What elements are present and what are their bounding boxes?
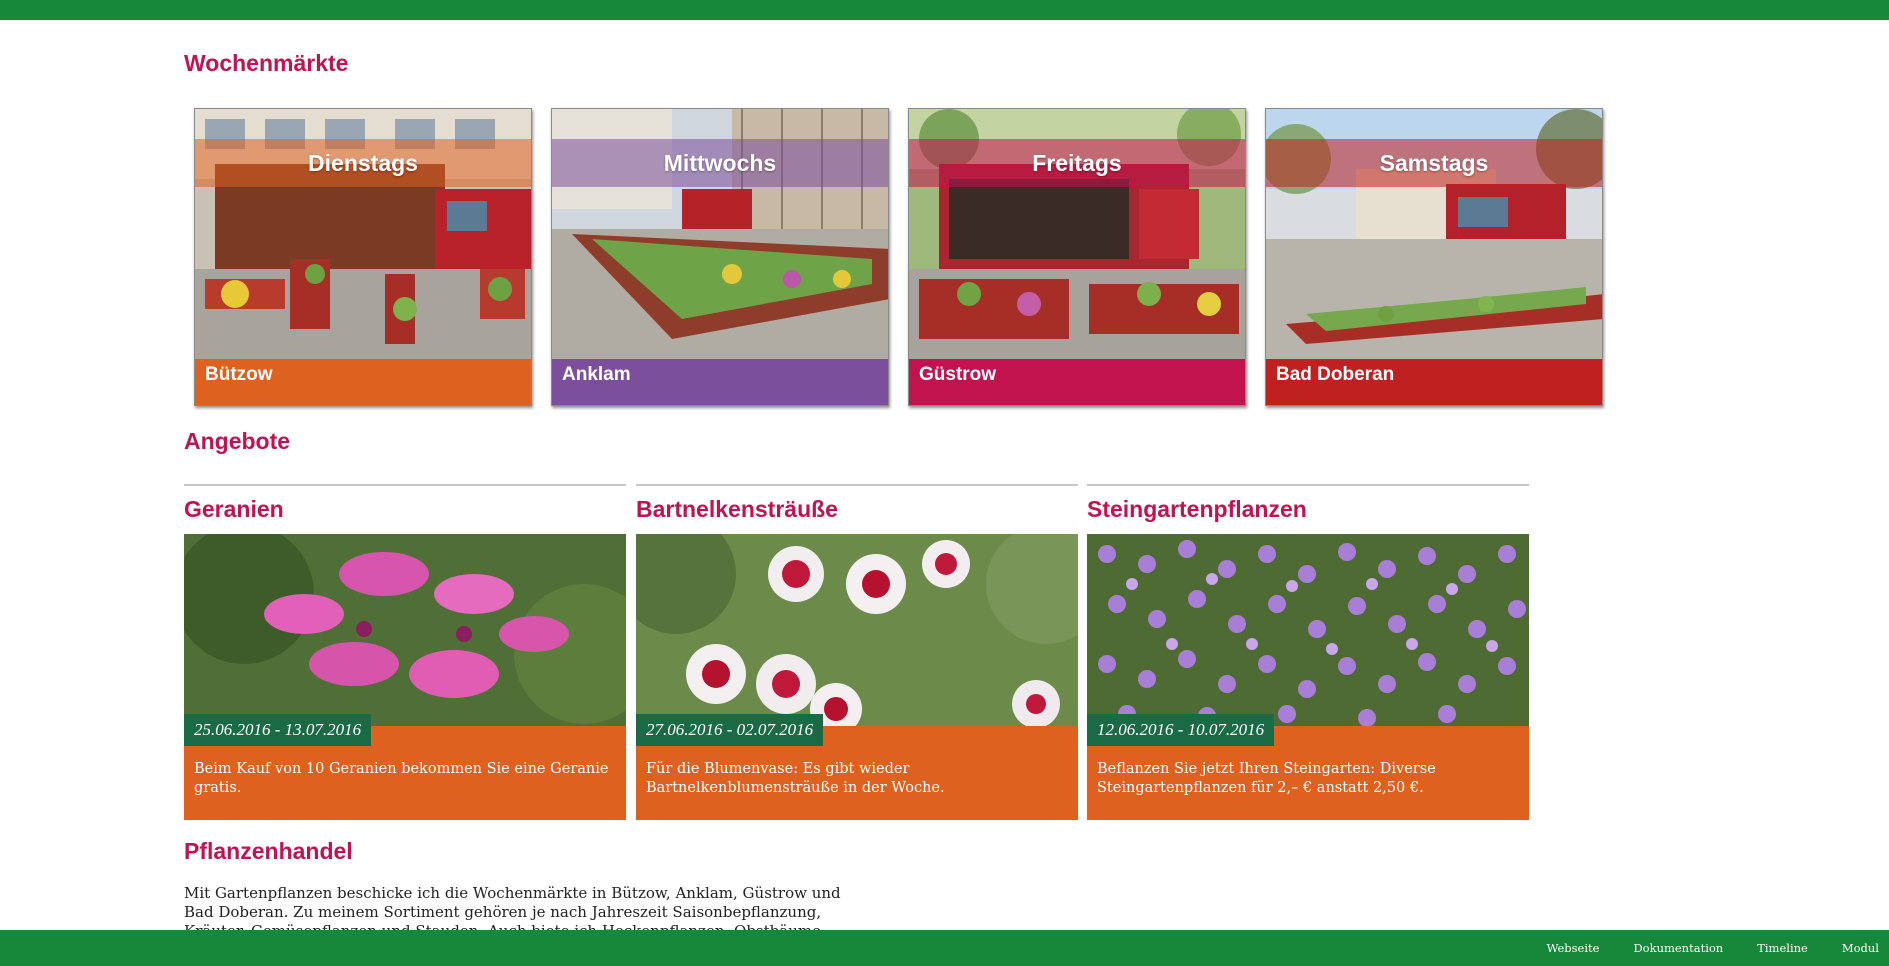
offers-heading: Angebote <box>184 428 291 454</box>
offer-title: Bartnelkensträuße <box>636 496 838 522</box>
offer-image <box>184 534 626 726</box>
market-place-label: Bützow <box>195 359 531 405</box>
offer-info-box: 12.06.2016 - 10.07.2016 Beflanzen Sie je… <box>1087 714 1529 820</box>
offer-divider <box>184 484 626 486</box>
market-card-mittwochs[interactable]: Mittwochs Anklam <box>551 108 889 406</box>
offer-card-steingarten[interactable]: Steingartenpflanzen 12.06.2016 - 10.07.2… <box>1087 484 1529 838</box>
market-place-label: Bad Doberan <box>1266 359 1602 405</box>
market-day-label: Samstags <box>1379 150 1489 176</box>
market-card-dienstags[interactable]: Dienstags Bützow <box>194 108 532 406</box>
offer-description: Beflanzen Sie jetzt Ihren Steingarten: D… <box>1097 761 1436 796</box>
market-day-label: Freitags <box>1032 150 1122 176</box>
offers-grid: Geranien 25.06.2016 - 13.07.2016 Beim Ka… <box>184 484 1534 838</box>
market-day-label: Mittwochs <box>663 150 777 176</box>
footer-link-webseite[interactable]: Webseite <box>1547 941 1600 955</box>
offer-divider <box>1087 484 1529 486</box>
offer-divider <box>636 484 1078 486</box>
offer-date: 25.06.2016 - 13.07.2016 <box>184 714 372 746</box>
offer-description: Beim Kauf von 10 Geranien bekommen Sie e… <box>194 761 609 796</box>
top-bar <box>0 0 1889 20</box>
market-card-freitags[interactable]: Freitags Güstrow <box>908 108 1246 406</box>
offer-card-bartnelken[interactable]: Bartnelkensträuße 27.06.2016 - 02.07.201… <box>636 484 1078 838</box>
offer-card-geranien[interactable]: Geranien 25.06.2016 - 13.07.2016 Beim Ka… <box>184 484 626 838</box>
footer-link-timeline[interactable]: Timeline <box>1757 941 1808 955</box>
trade-heading: Pflanzenhandel <box>184 838 353 864</box>
offer-image <box>636 534 1078 726</box>
market-place-label: Güstrow <box>909 359 1245 405</box>
footer-link-modul[interactable]: Modul <box>1842 941 1879 955</box>
markets-heading: Wochenmärkte <box>184 50 349 76</box>
offer-info-box: 25.06.2016 - 13.07.2016 Beim Kauf von 10… <box>184 714 626 820</box>
footer-bar: Webseite Dokumentation Timeline Modul <box>0 930 1889 966</box>
offer-date: 12.06.2016 - 10.07.2016 <box>1087 714 1275 746</box>
footer-nav: Webseite Dokumentation Timeline Modul <box>1547 930 1879 966</box>
offer-title: Steingartenpflanzen <box>1087 496 1307 522</box>
footer-link-dokumentation[interactable]: Dokumentation <box>1633 941 1723 955</box>
market-card-samstags[interactable]: Samstags Bad Doberan <box>1265 108 1603 406</box>
offer-info-box: 27.06.2016 - 02.07.2016 Für die Blumenva… <box>636 714 1078 820</box>
market-place-label: Anklam <box>552 359 888 405</box>
offer-description: Für die Blumenvase: Es gibt wieder Bartn… <box>646 761 945 796</box>
market-day-label: Dienstags <box>308 150 418 176</box>
offer-date: 27.06.2016 - 02.07.2016 <box>636 714 824 746</box>
markets-grid: Dienstags Bützow Mittwochs Anklam Freita… <box>194 108 1604 408</box>
offer-title: Geranien <box>184 496 284 522</box>
offer-image <box>1087 534 1529 726</box>
